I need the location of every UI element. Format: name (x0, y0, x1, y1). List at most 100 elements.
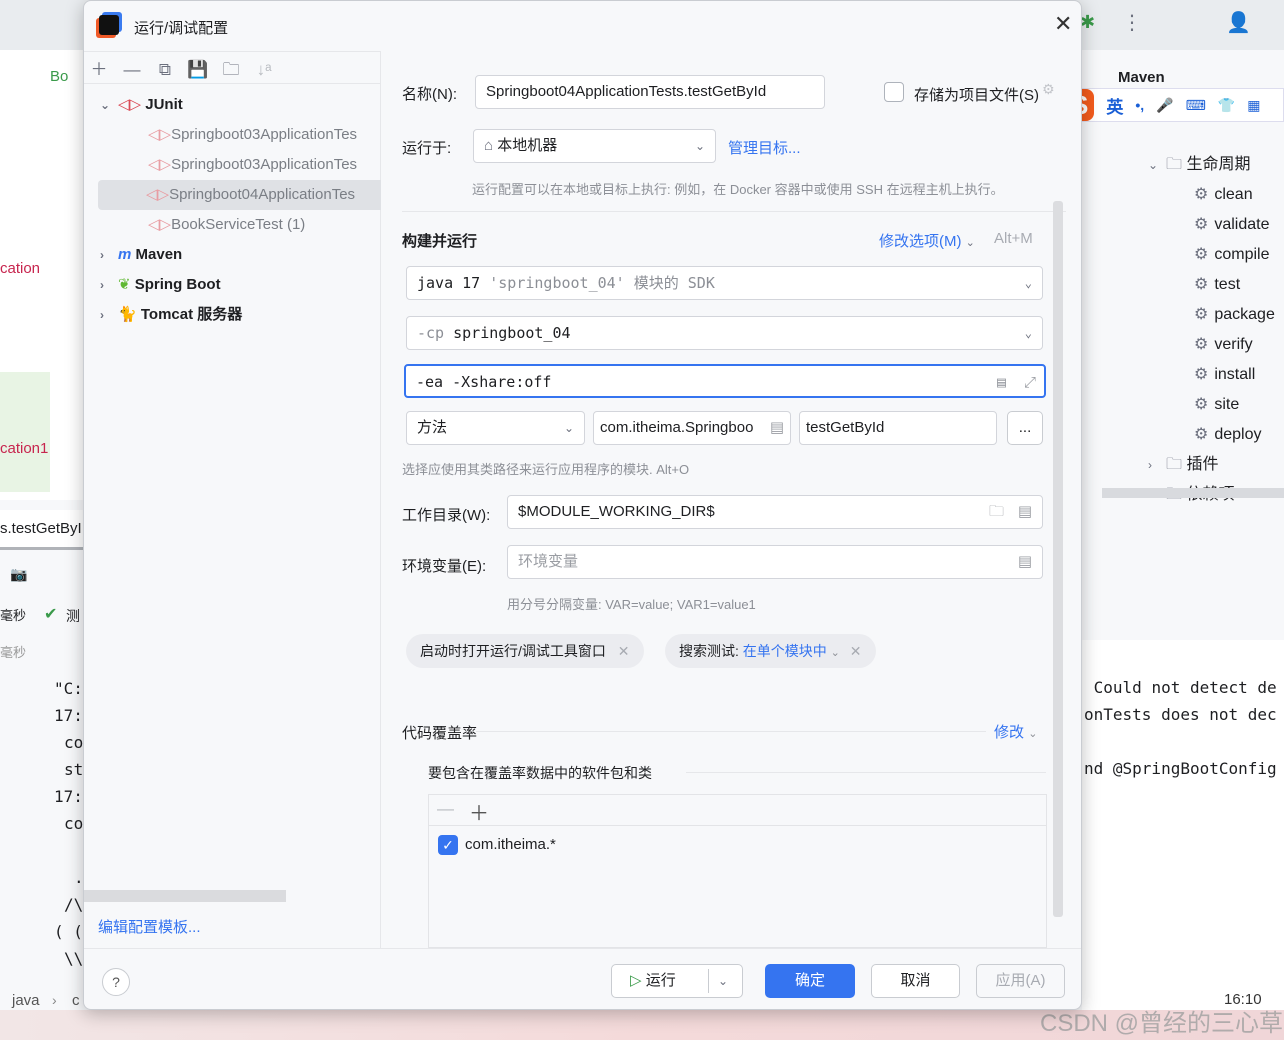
coverage-list: — ＋ ✓ com.itheima.* (428, 794, 1047, 948)
tree-group-maven[interactable]: › m Maven (100, 240, 381, 270)
console-left: "C: 17: co st 17: co./\( (\\ (54, 679, 84, 968)
run-on-select[interactable]: ⌂ 本地机器 ⌄ (473, 129, 716, 163)
maven-goal[interactable]: ⚙ verify (1194, 330, 1275, 360)
tree-group-junit[interactable]: ⌄ ◁▷ JUnit (100, 90, 381, 120)
save-icon[interactable]: 💾 (187, 60, 209, 80)
coverage-modify-button[interactable]: 修改 ⌄ (994, 721, 1037, 742)
maven-goal[interactable]: ⚙ site (1194, 390, 1275, 420)
class-input[interactable]: com.itheima.Springboo ▤ (593, 411, 791, 445)
env-input[interactable]: 环境变量 ▤ (507, 545, 1043, 579)
tree-item[interactable]: ◁▷BookServiceTest (1) (100, 210, 381, 240)
maven-goal[interactable]: ⚙ clean (1194, 180, 1275, 210)
play-icon: ▷ (630, 972, 642, 989)
run-on-hint: 运行配置可以在本地或目标上执行: 例如，在 Docker 容器中或使用 SSH … (472, 182, 1004, 197)
maven-plugins[interactable]: › 🗀 插件 (1148, 450, 1275, 480)
more-icon[interactable]: ⋮ (1122, 10, 1142, 35)
maven-lifecycle[interactable]: ⌄ 🗀 生命周期 (1148, 150, 1275, 180)
ime-punct[interactable]: •, (1135, 97, 1144, 113)
breadcrumb-java[interactable]: java (12, 992, 40, 1009)
camera-icon[interactable]: 📷 (10, 566, 27, 583)
chevron-down-icon: ⌄ (1024, 276, 1032, 290)
open-tool-window-chip[interactable]: 启动时打开运行/调试工具窗口 ✕ (406, 634, 644, 668)
sdk-select[interactable]: java 17 'springboot_04' 模块的 SDK ⌄ (406, 266, 1043, 300)
gear-icon: ⚙ (1194, 306, 1209, 323)
close-icon[interactable]: ✕ (850, 643, 862, 659)
close-icon[interactable]: ✕ (1054, 11, 1072, 37)
chevron-down-icon[interactable]: ⌄ (718, 965, 728, 997)
search-tests-chip[interactable]: 搜索测试: 在单个模块中 ⌄ ✕ (665, 634, 876, 668)
apply-button[interactable]: 应用(A) (976, 964, 1065, 998)
cancel-button[interactable]: 取消 (871, 964, 960, 998)
tree-item[interactable]: ◁▷Springboot03ApplicationTes (100, 150, 381, 180)
add-user-icon[interactable]: 👤 (1226, 10, 1251, 35)
microphone-icon[interactable]: 🎤 (1156, 97, 1173, 114)
run-tab[interactable]: s.testGetByI (0, 520, 82, 537)
maven-goal[interactable]: ⚙ install (1194, 360, 1275, 390)
env-hint: 用分号分隔变量: VAR=value; VAR1=value1 (507, 597, 756, 612)
new-folder-icon[interactable]: 🗀 (220, 60, 242, 80)
editor-tab[interactable]: Bo (50, 68, 68, 85)
spring-boot-icon: ❦ (118, 276, 131, 293)
browse-button[interactable]: ... (1007, 411, 1043, 445)
run-debug-config-dialog: 运行/调试配置 ✕ ＋ — ⧉ 💾 🗀 ↓ᵃ ⌄ ◁▷ JUnit ◁▷Sprin… (83, 0, 1082, 1010)
tree-h-scrollbar[interactable] (84, 890, 286, 902)
debug-icon[interactable]: ✱ (1080, 12, 1095, 33)
junit-icon: ◁▷ (148, 216, 172, 233)
workdir-input[interactable]: $MODULE_WORKING_DIR$ 🗀 ▤ (507, 495, 1043, 529)
run-button[interactable]: ▷ 运行 ⌄ (611, 964, 743, 998)
junit-icon: ◁▷ (146, 186, 170, 203)
method-input[interactable]: testGetById (799, 411, 997, 445)
ok-button[interactable]: 确定 (765, 964, 855, 998)
ime-toolbar[interactable]: S 英 •, 🎤 ⌨ 👕 ▦ (1060, 88, 1284, 122)
ime-mode[interactable]: 英 (1106, 93, 1123, 118)
expand-icon[interactable]: ⤢ (1024, 366, 1036, 396)
name-input[interactable]: Springboot04ApplicationTests.testGetById (475, 75, 825, 109)
maven-goal[interactable]: ⚙ deploy (1194, 420, 1275, 450)
tree-item-selected[interactable]: ◁▷Springboot04ApplicationTes (98, 180, 381, 210)
junit-icon: ◁▷ (148, 156, 172, 173)
keyboard-icon[interactable]: ⌨ (1186, 97, 1206, 114)
test-kind-select[interactable]: 方法 ⌄ (406, 411, 585, 445)
help-icon[interactable]: ? (102, 968, 130, 996)
modify-shortcut: Alt+M (994, 230, 1033, 247)
form-scrollbar[interactable] (1053, 201, 1063, 917)
document-icon[interactable]: ▤ (769, 412, 784, 444)
document-icon[interactable]: ▤ (997, 366, 1006, 396)
apps-icon[interactable]: ▦ (1247, 97, 1260, 114)
add-icon[interactable]: ＋ (469, 797, 489, 826)
document-icon[interactable]: ▤ (1018, 496, 1032, 528)
gear-icon[interactable]: ⚙ (1042, 81, 1055, 98)
add-icon[interactable]: ＋ (88, 60, 110, 80)
copy-icon[interactable]: ⧉ (154, 60, 176, 80)
dialog-title: 运行/调试配置 (134, 20, 229, 37)
maven-scrollbar[interactable] (1102, 488, 1284, 498)
code-fragment: cation1 (0, 440, 49, 457)
divider (84, 83, 381, 84)
edit-templates-link[interactable]: 编辑配置模板... (98, 916, 201, 937)
tree-item[interactable]: ◁▷Springboot03ApplicationTes (100, 120, 381, 150)
env-label: 环境变量(E): (402, 558, 487, 575)
maven-goal[interactable]: ⚙ compile (1194, 240, 1275, 270)
skin-icon[interactable]: 👕 (1218, 97, 1235, 114)
maven-goal[interactable]: ⚙ test (1194, 270, 1275, 300)
sort-icon[interactable]: ↓ᵃ (253, 60, 275, 80)
store-as-file-label[interactable]: 存储为项目文件(S) (914, 84, 1039, 105)
maven-goal[interactable]: ⚙ package (1194, 300, 1275, 330)
check-icon: ✔ (44, 606, 58, 623)
modify-options-button[interactable]: 修改选项(M) ⌄ (879, 230, 975, 251)
coverage-heading: 代码覆盖率 (402, 725, 478, 742)
remove-icon[interactable]: — (121, 60, 143, 80)
classpath-select[interactable]: -cp springboot_04 ⌄ (406, 316, 1043, 350)
close-icon[interactable]: ✕ (618, 643, 630, 659)
coverage-item-checkbox[interactable]: ✓ (438, 835, 458, 855)
manage-targets-link[interactable]: 管理目标... (728, 137, 801, 158)
folder-icon[interactable]: 🗀 (989, 496, 1004, 528)
breadcrumb-item[interactable]: c (72, 992, 80, 1009)
remove-icon[interactable]: — (437, 799, 454, 819)
tree-group-tomcat[interactable]: › 🐈 Tomcat 服务器 (100, 300, 381, 330)
store-as-file-checkbox[interactable] (884, 82, 904, 102)
vm-options-input[interactable]: -ea -Xshare:off ▤ ⤢ (404, 364, 1046, 398)
tree-group-spring-boot[interactable]: › ❦ Spring Boot (100, 270, 381, 300)
document-icon[interactable]: ▤ (1018, 546, 1032, 578)
maven-goal[interactable]: ⚙ validate (1194, 210, 1275, 240)
